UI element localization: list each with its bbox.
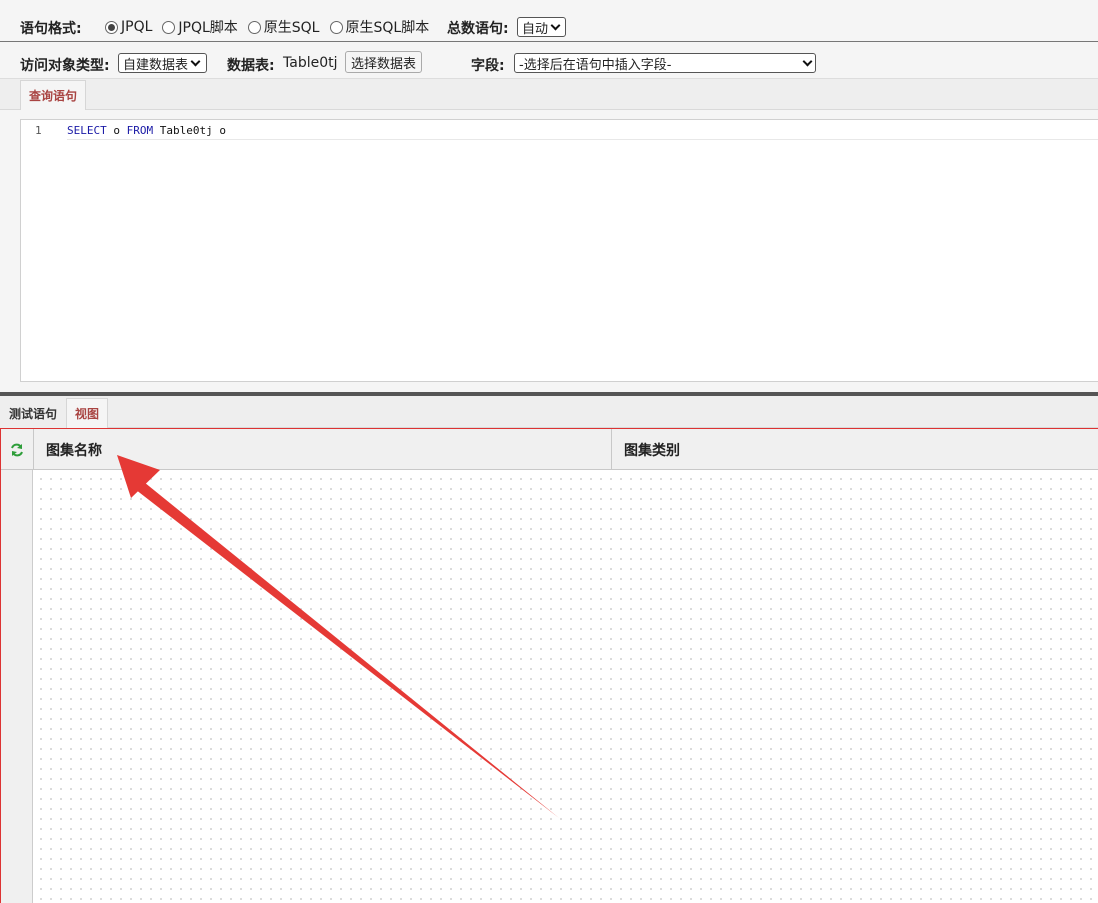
result-tabstrip: 测试语句 视图 [0, 396, 1098, 428]
total-statement-value: 自动 [522, 21, 549, 37]
column-header-atlas-name[interactable]: 图集名称 [33, 429, 611, 470]
radio-circle[interactable] [162, 20, 176, 34]
tab-test-statement[interactable]: 测试语句 [0, 398, 67, 428]
access-type-value: 自建数据表 [123, 57, 189, 73]
table-label: 数据表: [227, 58, 275, 74]
editor-gutter: 1 [21, 120, 63, 381]
field-select[interactable]: -选择后在语句中插入字段- [514, 53, 816, 73]
refresh-icon[interactable] [9, 442, 25, 458]
grid-body [34, 470, 1098, 903]
field-select-value: -选择后在语句中插入字段- [519, 57, 672, 73]
code-line[interactable]: SELECT o FROM Table0tj o [67, 121, 1098, 140]
chevron-down-icon [190, 56, 201, 66]
field-label: 字段: [471, 58, 505, 74]
total-statement-label: 总数语句: [447, 21, 509, 37]
select-table-button[interactable]: 选择数据表 [345, 51, 423, 73]
access-type-select[interactable]: 自建数据表 [118, 53, 207, 73]
grid-header: 图集名称 图集类别 [1, 429, 1098, 470]
code-text: o [106, 124, 127, 137]
radio-circle-checked[interactable] [105, 20, 118, 34]
statement-format-label: 语句格式: [20, 21, 82, 37]
radio-label: JPQL [121, 19, 153, 35]
radio-circle[interactable] [247, 20, 261, 34]
radio-native-sql-script[interactable]: 原生SQL脚本 [329, 17, 430, 37]
radio-label: 原生SQL [263, 20, 320, 36]
radio-circle[interactable] [329, 20, 343, 34]
result-grid: 图集名称 图集类别 [0, 428, 1098, 903]
radio-label: JPQL脚本 [178, 20, 238, 36]
column-header-atlas-category[interactable]: 图集类别 [611, 429, 1098, 470]
radio-label: 原生SQL脚本 [345, 20, 430, 36]
tab-view[interactable]: 视图 [66, 398, 109, 428]
query-tabstrip: 查询语句 [0, 78, 1098, 110]
tab-query-statement[interactable]: 查询语句 [20, 80, 87, 110]
radio-jpql-script[interactable]: JPQL脚本 [162, 17, 238, 37]
radio-native-sql[interactable]: 原生SQL [247, 17, 320, 37]
code-text: Table0tj o [153, 124, 226, 137]
query-editor[interactable]: 1 SELECT o FROM Table0tj o [20, 119, 1098, 382]
line-number: 1 [35, 124, 42, 137]
access-type-label: 访问对象类型: [20, 58, 110, 74]
chevron-down-icon [802, 56, 813, 66]
access-bar: 访问对象类型: 自建数据表 数据表: Table0tj 选择数据表 字段: -选… [0, 50, 1098, 78]
total-statement-select[interactable]: 自动 [517, 17, 566, 37]
statement-format-radio-group: JPQL JPQL脚本 原生SQL 原生SQL脚本 [105, 17, 439, 37]
table-value: Table0tj [283, 55, 338, 71]
chevron-down-icon [550, 20, 561, 30]
grid-row-header [1, 470, 33, 903]
code-keyword: SELECT [67, 124, 107, 137]
radio-jpql[interactable]: JPQL [105, 19, 152, 35]
code-keyword: FROM [126, 124, 154, 137]
statement-format-bar: 语句格式: JPQL JPQL脚本 原生SQL 原生SQL脚本 总数语句: 自动 [0, 0, 1098, 42]
